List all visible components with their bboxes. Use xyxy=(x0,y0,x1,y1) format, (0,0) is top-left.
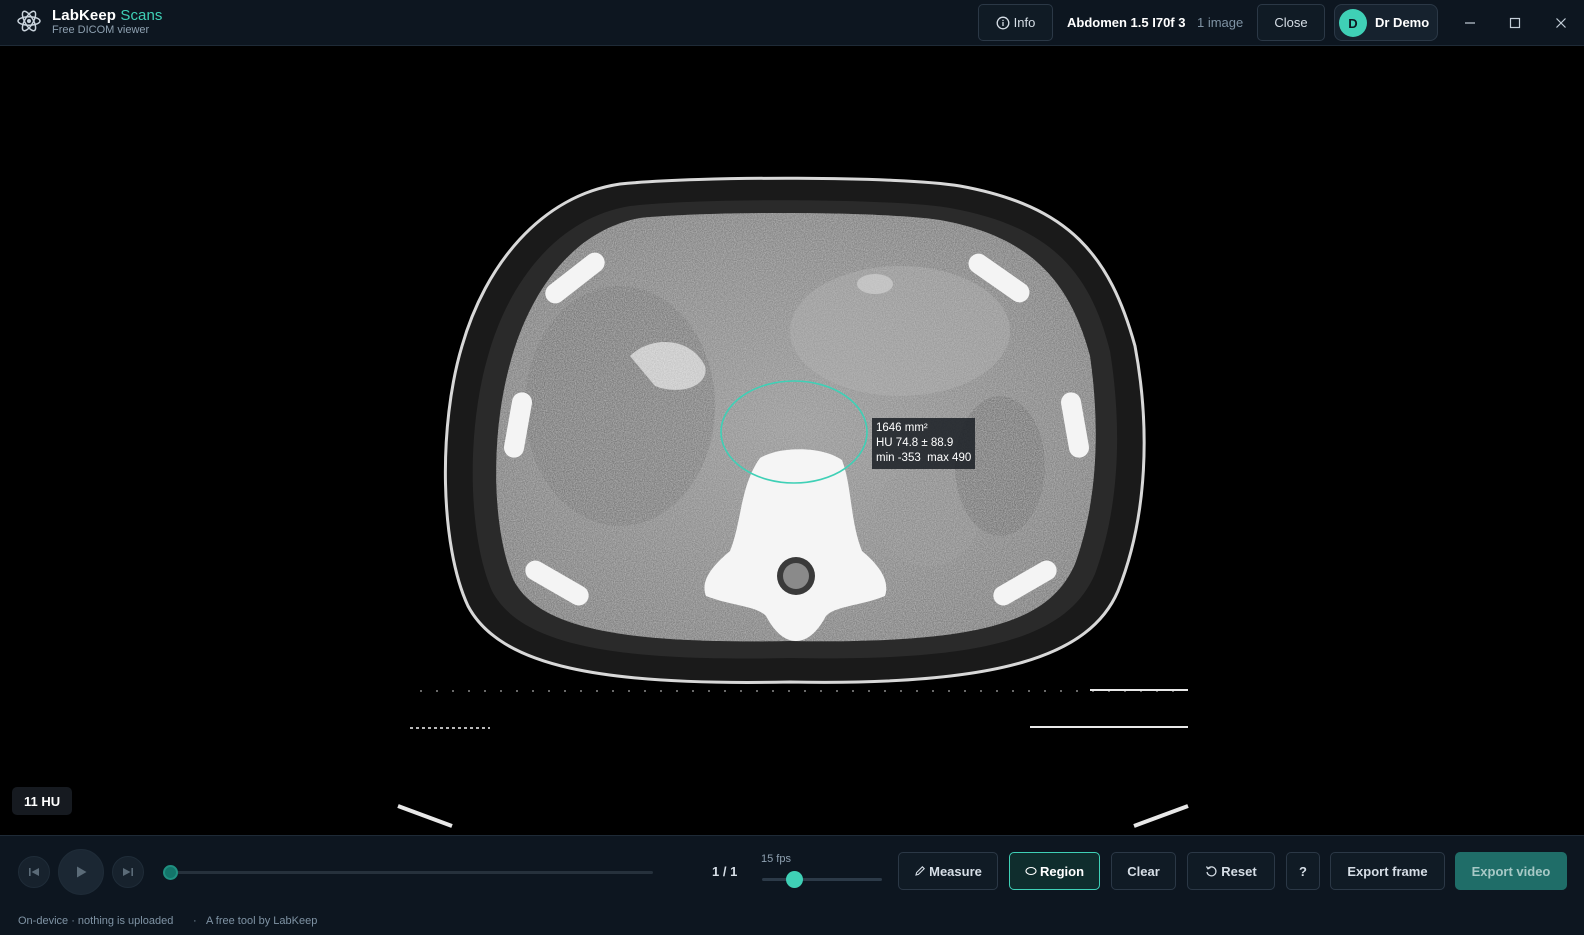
roi-max: max 490 xyxy=(927,452,972,464)
skip-forward-icon xyxy=(123,868,133,876)
clear-button[interactable]: Clear xyxy=(1111,852,1176,890)
fps-label: 15 fps xyxy=(761,853,791,865)
info-icon xyxy=(996,16,1010,29)
atom-logo-icon xyxy=(17,10,41,32)
roi-area: 1646 mm² xyxy=(876,422,928,434)
privacy-note: On-device · nothing is uploaded xyxy=(18,915,174,927)
play-button[interactable] xyxy=(58,849,104,895)
export-frame-button[interactable]: Export frame xyxy=(1330,852,1445,890)
help-button-label: ? xyxy=(1299,863,1307,879)
help-button[interactable]: ? xyxy=(1286,852,1320,890)
scanner-table xyxy=(397,689,1189,828)
export-video-button-label: Export video xyxy=(1471,863,1551,879)
user-menu[interactable]: D Dr Demo xyxy=(1334,4,1438,41)
info-button[interactable]: Info xyxy=(978,4,1053,41)
close-button[interactable]: Close xyxy=(1257,4,1325,41)
frame-scrubber-thumb[interactable] xyxy=(163,865,178,880)
avatar: D xyxy=(1339,9,1367,37)
reset-icon xyxy=(1206,865,1217,876)
export-video-button[interactable]: Export video xyxy=(1455,852,1567,890)
minimize-icon xyxy=(1465,22,1475,24)
brand-subtitle: Free DICOM viewer xyxy=(52,24,150,36)
fps-slider-track[interactable] xyxy=(762,878,882,881)
region-button-label: Region xyxy=(1039,863,1085,879)
clear-button-label: Clear xyxy=(1127,863,1160,879)
skip-back-icon xyxy=(29,868,39,876)
close-icon xyxy=(1556,18,1566,28)
roi-min-max: min -353 max 490 xyxy=(876,451,971,466)
fps-slider-thumb[interactable] xyxy=(785,871,803,888)
study-title: Abdomen 1.5 I70f 3 xyxy=(1067,15,1186,30)
ct-scan-image xyxy=(397,176,1189,828)
export-frame-button-label: Export frame xyxy=(1347,863,1428,879)
close-button-label: Close xyxy=(1274,15,1308,30)
brand: LabKeep Scans Free DICOM viewer xyxy=(52,8,163,36)
roi-hu-stats: HU 74.8 ± 88.9 xyxy=(876,437,954,449)
info-button-label: Info xyxy=(1013,15,1036,30)
pencil-icon xyxy=(915,866,926,876)
footer-credit: A free tool by LabKeep xyxy=(206,915,318,927)
measure-button[interactable]: Measure xyxy=(898,852,998,890)
playback-toolbar: 1 / 1 15 fps Measure Region Clear Reset … xyxy=(0,835,1584,907)
frame-counter: 1 / 1 xyxy=(712,864,738,879)
top-bar: LabKeep Scans Free DICOM viewer Info Abd… xyxy=(0,0,1584,46)
minimize-window-button[interactable] xyxy=(1455,8,1485,38)
ellipse-region-icon xyxy=(1025,866,1037,876)
frame-scrubber-track[interactable] xyxy=(171,871,653,874)
brand-name-accent: Scans xyxy=(120,7,163,24)
next-frame-button[interactable] xyxy=(112,856,144,888)
measure-button-label: Measure xyxy=(929,863,982,879)
image-viewport[interactable]: 1646 mm² HU 74.8 ± 88.9 min -353 max 490… xyxy=(0,46,1584,835)
maximize-icon xyxy=(1509,17,1521,29)
reset-button-label: Reset xyxy=(1221,863,1257,879)
footer: On-device · nothing is uploaded · A free… xyxy=(0,907,1584,935)
footer-separator: · xyxy=(193,915,197,927)
play-icon xyxy=(77,866,87,878)
region-button[interactable]: Region xyxy=(1009,852,1100,890)
previous-frame-button[interactable] xyxy=(18,856,50,888)
reset-button[interactable]: Reset xyxy=(1187,852,1275,890)
image-count: 1 image xyxy=(1197,15,1244,30)
roi-measurement-label: 1646 mm² HU 74.8 ± 88.9 min -353 max 490 xyxy=(872,418,976,469)
roi-min: min -353 xyxy=(876,452,921,464)
close-window-button[interactable] xyxy=(1546,8,1576,38)
maximize-window-button[interactable] xyxy=(1500,8,1530,38)
brand-name-main: LabKeep xyxy=(52,7,117,24)
user-name: Dr Demo xyxy=(1375,15,1430,30)
hu-readout: 11 HU xyxy=(12,787,73,815)
brand-name: LabKeep Scans xyxy=(52,8,163,23)
